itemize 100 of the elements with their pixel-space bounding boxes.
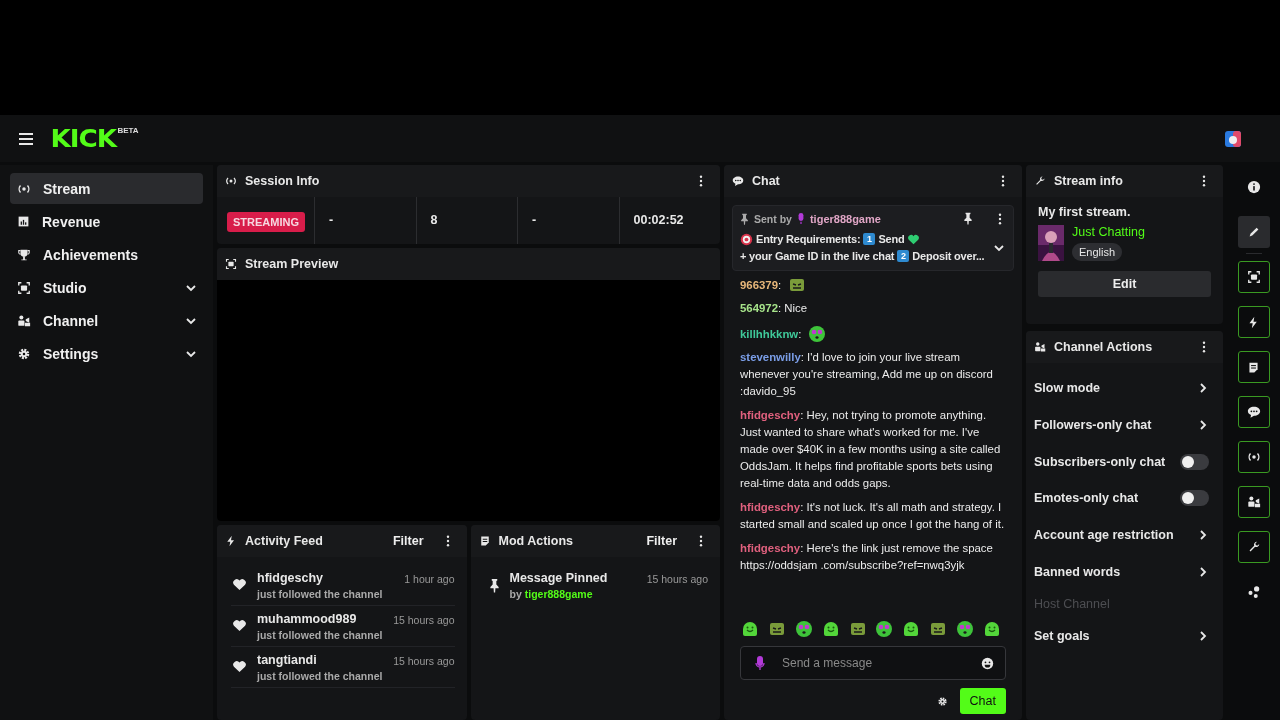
chat-send-button[interactable]: Chat <box>959 688 1006 714</box>
emote-icon[interactable] <box>955 619 975 639</box>
username: hfidgeschy <box>257 571 324 585</box>
channel-icon <box>17 313 31 328</box>
screen-record-icon <box>17 280 31 295</box>
screen-record-icon <box>1246 270 1261 284</box>
setting-label: Emotes-only chat <box>1034 491 1139 506</box>
nav-item[interactable]: Studio <box>10 272 203 303</box>
activity-text: just followed the channel <box>257 629 384 641</box>
speech-bubble-icon <box>732 175 744 187</box>
username[interactable]: 966379 <box>740 276 778 294</box>
filter-button[interactable]: Filter <box>646 534 677 548</box>
settings-icon <box>17 346 31 361</box>
username: tangtiandi <box>257 653 318 667</box>
timestamp: 15 hours ago <box>646 572 708 585</box>
chat-message: hfidgeschy: It's not luck. It's all math and strategy. I started small and scaled up once I got the hang of it. <box>740 500 1006 532</box>
message-text: : <box>798 326 802 342</box>
stat-value: 8 <box>430 213 438 227</box>
trophy-icon <box>17 247 31 262</box>
toolbar-button[interactable] <box>1237 396 1270 428</box>
nav-item[interactable]: Revenue <box>10 206 203 237</box>
message-field[interactable]: Send a message <box>740 646 1006 680</box>
pin-icon[interactable] <box>963 212 973 225</box>
chart-icon <box>17 215 30 228</box>
document-icon <box>1247 360 1260 374</box>
setting-label: Followers-only chat <box>1034 418 1152 433</box>
chevron-right-icon <box>1197 630 1209 643</box>
edit-button[interactable]: Edit <box>1038 271 1211 297</box>
settings-icon <box>936 695 948 707</box>
avatar-icon[interactable] <box>1224 129 1242 148</box>
stream-title: My first stream. <box>1038 205 1132 219</box>
stat-value: - <box>532 213 537 227</box>
timestamp: 15 hours ago <box>393 654 455 667</box>
menu-icon[interactable] <box>19 132 33 145</box>
chat-message: 564972: Nice <box>740 301 809 316</box>
speech-bubble-icon <box>1246 405 1261 419</box>
chat-message: hfidgeschy: Here's the link just remove the space https://oddsjam .com/subscribe?ref=nwq3yjk <box>740 541 994 573</box>
emoji-icon[interactable] <box>981 657 994 670</box>
setting-label: Set goals <box>1034 629 1090 644</box>
more-options-icon[interactable] <box>1202 175 1206 187</box>
toolbar-button[interactable] <box>1237 261 1270 293</box>
nav-item[interactable]: Settings <box>10 338 203 369</box>
filter-button[interactable]: Filter <box>392 534 424 548</box>
setting-label: Host Channel <box>1034 597 1110 612</box>
emote-icon[interactable] <box>793 619 814 639</box>
username-link[interactable]: tiger888game <box>524 588 593 600</box>
timestamp: 15 hours ago <box>393 613 455 626</box>
panel-title: Activity Feed <box>245 534 324 548</box>
number-badge: 1 <box>863 233 876 245</box>
dots-icon <box>1246 585 1261 599</box>
chevron-right-icon <box>1197 419 1209 432</box>
username: muhammood989 <box>257 612 358 626</box>
more-options-icon[interactable] <box>998 212 1002 225</box>
pinned-text: Deposit over... <box>912 249 985 264</box>
nav-item[interactable]: Achievements <box>10 239 203 270</box>
heart-icon <box>232 660 247 673</box>
pinned-text: + your Game ID in the live chat <box>740 249 895 264</box>
panel-title: Chat <box>752 174 781 188</box>
nav-item[interactable]: Stream <box>10 173 203 204</box>
chat-message: hfidgeschy: Hey, not trying to promote anything. Just wanted to share what's worked for me. I've made over $40K in a few months using a site called OddsJam. It helps find profitable sports bets using real-time data and odds gaps. <box>740 408 1002 491</box>
more-options-icon[interactable] <box>699 535 703 547</box>
microphone-icon[interactable] <box>755 655 765 671</box>
sent-by-label: Sent by <box>754 212 792 225</box>
toolbar-button[interactable] <box>1237 351 1270 383</box>
stat-value: 00:02:52 <box>633 213 684 227</box>
setting-label: Banned words <box>1034 564 1121 579</box>
microphone-icon <box>796 212 805 225</box>
emote-icon[interactable] <box>807 324 828 344</box>
heart-icon <box>907 233 921 245</box>
message-text: : <box>778 277 782 293</box>
more-options-icon[interactable] <box>1202 341 1206 353</box>
panel-title: Stream info <box>1054 174 1124 188</box>
number-badge: 2 <box>897 250 910 262</box>
heart-icon <box>232 619 247 632</box>
more-options-icon[interactable] <box>445 535 450 547</box>
panel-title: Session Info <box>245 174 321 188</box>
username[interactable]: tiger888game <box>809 212 881 225</box>
action-title: Message Pinned <box>509 571 609 585</box>
emote-icon[interactable] <box>740 619 760 639</box>
toggle-switch[interactable] <box>1180 453 1209 470</box>
pinned-text: Entry Requirements: <box>756 232 861 247</box>
pinned-text: Send <box>878 232 905 247</box>
language-tag: English <box>1072 243 1123 261</box>
logo[interactable]: KICK <box>50 126 116 151</box>
pin-icon <box>740 212 749 225</box>
category-link[interactable]: Just Chatting <box>1072 225 1145 239</box>
status-badge: STREAMING <box>227 212 305 232</box>
toolbar-button[interactable] <box>1237 486 1270 518</box>
channel-icon <box>1034 341 1046 353</box>
more-options-icon[interactable] <box>699 175 703 187</box>
nav-item[interactable]: Channel <box>10 305 203 336</box>
wrench-icon <box>1034 175 1046 187</box>
toggle-switch[interactable] <box>1180 490 1209 507</box>
panel-title: Channel Actions <box>1054 340 1154 354</box>
lightning-icon <box>225 535 237 547</box>
timestamp: 1 hour ago <box>404 572 455 585</box>
activity-text: just followed the channel <box>257 670 384 682</box>
stat-value: - <box>329 213 334 227</box>
emote-icon[interactable] <box>874 619 895 639</box>
more-options-icon[interactable] <box>1001 175 1005 187</box>
